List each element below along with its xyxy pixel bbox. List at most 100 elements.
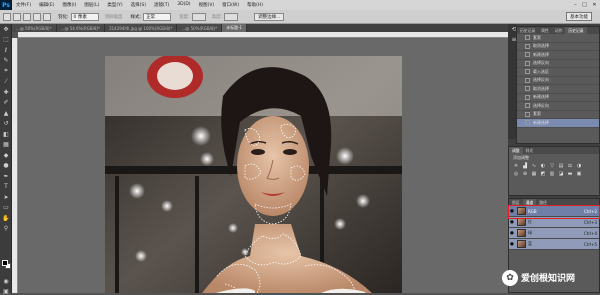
antialias-checkbox[interactable]: 消除锯齿 [105,14,123,20]
history-state-row[interactable]: 载入选区 [517,68,599,77]
history-state-row[interactable]: 选择反向 [517,77,599,85]
crop-tool-icon[interactable]: ⌗ [2,67,10,75]
close-icon[interactable]: ✕ [590,0,599,9]
blur-tool-icon[interactable]: ◆ [2,151,10,159]
document-tab[interactable]: 214294f4l.jpg @ 100%(RGB/8)* [105,24,178,32]
gradient-map-icon[interactable]: ▬ [567,171,573,177]
zoom-tool-icon[interactable]: ⚲ [2,225,10,233]
history-state-row[interactable]: 套索 [517,111,599,119]
invert-icon[interactable]: ◩ [540,171,546,177]
color-balance-icon[interactable]: ⚖ [567,163,573,169]
canvas-area[interactable] [18,38,508,293]
history-panel-tab[interactable]: 动作 [552,27,566,34]
levels-icon[interactable]: ▟ [522,163,528,169]
maximize-icon[interactable]: □ [580,0,589,9]
vibrance-icon[interactable]: ▽ [549,163,555,169]
history-panel-tab[interactable]: 历史记录 [517,27,538,34]
height-input[interactable] [224,12,239,21]
type-tool-icon[interactable]: T [2,183,10,191]
threshold-icon[interactable]: ◪ [558,171,564,177]
menu-item[interactable]: 图像(I) [58,2,80,8]
brush-tool-icon[interactable]: ✐ [2,99,10,107]
subtract-selection-icon[interactable] [33,12,41,21]
gradient-tool-icon[interactable]: ▦ [2,141,10,149]
add-selection-icon[interactable] [23,12,31,21]
eraser-tool-icon[interactable]: ◧ [2,130,10,138]
shape-tool-icon[interactable]: ▭ [2,204,10,212]
visibility-eye-icon[interactable]: ● [509,220,515,225]
width-input[interactable] [191,12,206,21]
history-state-row[interactable]: 新建选择 [517,94,599,102]
marquee-tool-icon[interactable]: ⬚ [2,36,10,44]
history-state-row[interactable]: 新建选择 [517,119,599,128]
history-brush-tool-icon[interactable]: ↺ [2,120,10,128]
channel-mixer-icon[interactable]: ⊕ [522,171,528,177]
posterize-icon[interactable]: ▥ [549,171,555,177]
history-state-row[interactable]: 选择反向 [517,102,599,111]
menu-item[interactable]: 文件(F) [12,2,35,8]
history-state-row[interactable]: 新建选择 [517,51,599,60]
hue-saturation-icon[interactable]: ▤ [558,163,564,169]
menu-item[interactable]: 编辑(E) [35,2,58,8]
minimize-icon[interactable]: – [571,0,580,9]
visibility-eye-icon[interactable]: ● [509,242,515,247]
hand-tool-icon[interactable]: ✋ [2,214,10,222]
selective-color-icon[interactable]: ▣ [576,171,582,177]
stamp-tool-icon[interactable]: ▲ [2,109,10,117]
history-state-icon [525,52,530,58]
quick-mask-icon[interactable]: ◉ [2,277,10,285]
color-lookup-icon[interactable]: ▦ [531,171,537,177]
foreground-color-swatch[interactable] [2,260,8,266]
pen-tool-icon[interactable]: ✒ [2,172,10,180]
portrait-photo[interactable] [105,56,402,293]
move-tool-icon[interactable]: ✥ [2,25,10,33]
history-panel-tab[interactable]: 属性 [538,27,552,34]
menu-item[interactable]: 选择(S) [127,2,150,8]
adjustments-panel-tab[interactable]: 调整 [509,147,523,154]
path-select-tool-icon[interactable]: ➤ [2,193,10,201]
lasso-tool-icon[interactable]: ℓ [2,46,10,54]
menu-item[interactable]: 图层(L) [80,2,103,8]
watermark: ✿ 爱创根知识网 [502,262,600,293]
curves-icon[interactable]: ∿ [531,163,537,169]
new-selection-icon[interactable] [13,12,21,21]
history-state-icon [525,60,530,66]
adjustments-panel-tab[interactable]: 样式 [523,147,537,154]
feather-input[interactable]: 0 像素 [70,12,99,21]
history-state-row[interactable]: 选择反向 [517,60,599,68]
menu-item[interactable]: 窗口(W) [218,2,243,8]
intersect-selection-icon[interactable] [43,12,51,21]
marquee-tool-icon[interactable] [3,12,11,21]
document-tab[interactable]: 未标题-1 [222,24,248,32]
channel-name: 红 [528,219,532,224]
channel-row[interactable]: ● 蓝 Ctrl+5 [509,239,599,250]
healing-tool-icon[interactable]: ✚ [2,88,10,96]
history-state-label: 取消选择 [533,43,549,49]
workspace-select[interactable]: 基本功能 [566,12,592,21]
history-state-row[interactable]: 取消选择 [517,43,599,51]
dodge-tool-icon[interactable]: ● [2,162,10,170]
menu-item[interactable]: 帮助(H) [243,2,267,8]
refine-edge-button[interactable]: 调整边缘... [254,12,285,21]
menu-item[interactable]: 3D(D) [173,2,194,8]
menu-item[interactable]: 滤镜(T) [150,2,173,8]
black-white-icon[interactable]: ◑ [576,163,582,169]
menu-item[interactable]: 类型(Y) [103,2,126,8]
style-select[interactable]: 正常 [143,12,172,21]
document-tab[interactable]: ...@ 54.6%(RGB/8)* [56,24,106,32]
brightness-icon[interactable]: ☀ [513,163,519,169]
menu-item[interactable]: 视图(V) [195,2,219,8]
history-panel-tab[interactable]: 历史记录 [565,27,587,34]
visibility-eye-icon[interactable]: ● [509,231,515,236]
history-state-row[interactable]: 套索 [517,34,599,43]
history-state-label: 套索 [533,34,541,40]
eyedropper-tool-icon[interactable]: ⁄ [2,78,10,86]
document-tab[interactable]: ...@ 50%(RGB/8)* [177,24,223,32]
photo-filter-icon[interactable]: ◎ [513,171,519,177]
quick-select-tool-icon[interactable]: ✎ [2,57,10,65]
document-tab[interactable]: ...@ 50%(RGB/8)* [12,24,57,32]
screen-mode-icon[interactable]: ▣ [2,287,10,295]
exposure-icon[interactable]: ◐ [540,163,546,169]
channel-row[interactable]: ● 绿 Ctrl+4 [509,228,599,239]
history-state-row[interactable]: 取消选择 [517,85,599,94]
